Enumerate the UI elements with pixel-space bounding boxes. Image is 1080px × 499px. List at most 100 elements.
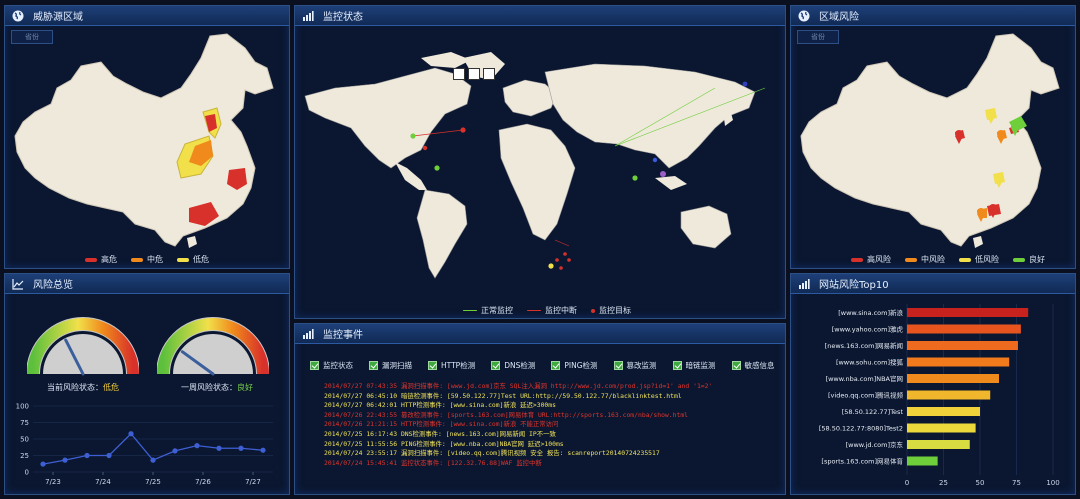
trend-point bbox=[150, 457, 156, 463]
globe-icon bbox=[11, 9, 25, 23]
event-log: 2014/07/27 07:43:35 漏洞扫描事件: [www.jd.com]… bbox=[324, 382, 712, 468]
legend-item: 正常监控 bbox=[463, 305, 513, 316]
marker-normal bbox=[632, 175, 638, 181]
legend-item: 监控中断 bbox=[527, 305, 577, 316]
event-log-entry: 2014/07/26 21:21:15 HTTP检测事件: [www.sina.… bbox=[324, 420, 559, 429]
x-tick-label: 0 bbox=[905, 479, 909, 487]
trend-point bbox=[128, 431, 134, 437]
bar-chart-icon bbox=[797, 277, 811, 291]
y-tick-label: 100 bbox=[16, 403, 29, 411]
monitor-status-panel: 监控状态 正常监控 监控中断 监控目标 bbox=[294, 5, 786, 319]
filter-checkbox-ping[interactable]: PING检测 bbox=[551, 360, 598, 371]
site-risk-bar-chart: 0 25 50 75 100 [www.sina.com]新浪 [www.yahoo.com… bbox=[819, 304, 1060, 487]
legend-swatch-high bbox=[85, 257, 97, 262]
filter-checkbox-sensitive[interactable]: 敏感信息 bbox=[731, 360, 775, 371]
x-tick-label: 7/24 bbox=[95, 478, 111, 486]
world-map bbox=[304, 52, 766, 279]
x-tick-label: 100 bbox=[1046, 479, 1059, 487]
legend-dot-target bbox=[591, 308, 595, 313]
y-tick-label: 0 bbox=[25, 469, 29, 477]
zoom-control-1[interactable] bbox=[453, 68, 465, 80]
filter-checkbox-dns[interactable]: DNS检测 bbox=[491, 360, 535, 371]
legend-item: 中风险 bbox=[905, 254, 945, 265]
legend-swatch-low bbox=[959, 257, 971, 262]
panel-title: 监控状态 bbox=[323, 12, 363, 23]
bar-chart-icon bbox=[301, 9, 315, 23]
event-log-entry: 2014/07/24 15:45:41 监控状态事件: [122.32.76.8… bbox=[324, 458, 542, 467]
event-log-entry: 2014/07/24 23:55:17 漏洞扫描事件: [video.qq.co… bbox=[324, 449, 660, 458]
region-risk-panel: 区域风险 省份 高风险 中风险 低风险 良好 bbox=[790, 5, 1076, 269]
y-tick-label: 50 bbox=[20, 436, 29, 444]
filter-checkbox-monitor-status[interactable]: 监控状态 bbox=[310, 360, 353, 371]
site-risk-header: 网站风险Top10 bbox=[791, 274, 1075, 294]
trend-point bbox=[194, 443, 200, 449]
china-threat-map bbox=[14, 33, 274, 248]
current-status-value: 低危 bbox=[103, 383, 119, 392]
filter-checkbox-tamper[interactable]: 篡改监测 bbox=[613, 360, 657, 371]
event-filter-row: 监控状态 漏洞扫描 HTTP检测 DNS检测 PING检测 篡改监测 暗链监测 … bbox=[310, 360, 775, 371]
legend-item: 监控目标 bbox=[591, 305, 631, 316]
panel-title: 监控事件 bbox=[323, 330, 363, 341]
monitor-events-header: 监控事件 bbox=[295, 324, 785, 344]
checkbox-icon bbox=[428, 361, 437, 370]
x-tick-label: 25 bbox=[939, 479, 948, 487]
event-log-entry: 2014/07/25 16:17:43 DNS检测事件: [news.163.c… bbox=[324, 429, 556, 438]
legend-swatch-medium bbox=[131, 257, 143, 262]
zoom-control-3[interactable] bbox=[483, 68, 495, 80]
bar-category-label: [58.50.122.77:8080]Test2 bbox=[819, 425, 903, 433]
threat-legend: 高危 中危 低危 bbox=[85, 254, 209, 265]
threat-source-header: 威胁源区域 bbox=[5, 6, 289, 26]
panel-title: 威胁源区域 bbox=[33, 12, 83, 23]
world-legend: 正常监控 监控中断 监控目标 bbox=[463, 305, 631, 316]
event-log-entry: 2014/07/27 07:43:35 漏洞扫描事件: [www.jd.com]… bbox=[324, 382, 713, 390]
bar-category-label: [www.jd.com]京东 bbox=[846, 440, 904, 449]
x-tick-label: 75 bbox=[1012, 479, 1021, 487]
filter-checkbox-http[interactable]: HTTP检测 bbox=[428, 360, 475, 371]
marker-normal bbox=[410, 133, 416, 139]
marker-blue bbox=[652, 157, 658, 163]
threat-source-panel: 威胁源区域 省份 高危 中危 低危 bbox=[4, 5, 290, 269]
site-risk-bar bbox=[907, 374, 999, 383]
legend-item: 高风险 bbox=[851, 254, 891, 265]
site-risk-bar bbox=[907, 423, 976, 433]
y-tick-label: 75 bbox=[20, 419, 29, 427]
legend-item: 良好 bbox=[1013, 254, 1045, 265]
panel-title: 风险总览 bbox=[33, 280, 73, 291]
event-log-entry: 2014/07/27 06:42:01 HTTP检测事件: [www.sina.… bbox=[324, 401, 556, 410]
site-risk-bar bbox=[907, 440, 970, 449]
legend-swatch-medium bbox=[905, 257, 917, 262]
bar-category-label: [video.qq.com]腾讯视频 bbox=[828, 391, 903, 400]
week-status-value: 良好 bbox=[237, 383, 253, 392]
x-tick-label: 50 bbox=[976, 479, 985, 487]
trend-point bbox=[62, 457, 68, 463]
zoom-controls[interactable] bbox=[453, 68, 495, 80]
legend-item: 中危 bbox=[131, 254, 163, 265]
checkbox-icon bbox=[369, 361, 378, 370]
zoom-control-2[interactable] bbox=[468, 68, 480, 80]
gauge-week bbox=[157, 317, 269, 376]
x-tick-label: 7/27 bbox=[245, 478, 261, 486]
checkbox-icon bbox=[310, 361, 319, 370]
bar-category-label: [www.yahoo.com]雅虎 bbox=[832, 325, 904, 334]
region-risk-header: 区域风险 bbox=[791, 6, 1075, 26]
filter-checkbox-darklink[interactable]: 暗链监测 bbox=[672, 360, 716, 371]
site-risk-bar bbox=[907, 324, 1021, 334]
y-tick-label: 25 bbox=[20, 452, 29, 460]
site-risk-bar bbox=[907, 357, 1010, 367]
trend-point bbox=[238, 445, 244, 451]
monitor-status-header: 监控状态 bbox=[295, 6, 785, 26]
legend-swatch-good bbox=[1013, 257, 1025, 262]
region-legend: 高风险 中风险 低风险 良好 bbox=[851, 254, 1045, 265]
legend-swatch-high bbox=[851, 257, 863, 262]
risk-overview-panel: 风险总览 当前风险状态：低危 一周风险状态：良好 0 25 50 75 100 7/23 7… bbox=[4, 273, 290, 495]
panel-title: 网站风险Top10 bbox=[819, 280, 889, 291]
trend-point bbox=[172, 448, 178, 454]
legend-item: 低危 bbox=[177, 254, 209, 265]
bar-chart-icon bbox=[301, 327, 315, 341]
week-status-label: 一周风险状态：良好 bbox=[181, 383, 253, 392]
legend-item: 低风险 bbox=[959, 254, 999, 265]
risk-overview-header: 风险总览 bbox=[5, 274, 289, 294]
globe-icon bbox=[797, 9, 811, 23]
filter-checkbox-vuln-scan[interactable]: 漏洞扫描 bbox=[369, 360, 412, 371]
site-risk-panel: 网站风险Top10 0 25 50 75 100 [www.sina.com]新浪 [www… bbox=[790, 273, 1076, 495]
